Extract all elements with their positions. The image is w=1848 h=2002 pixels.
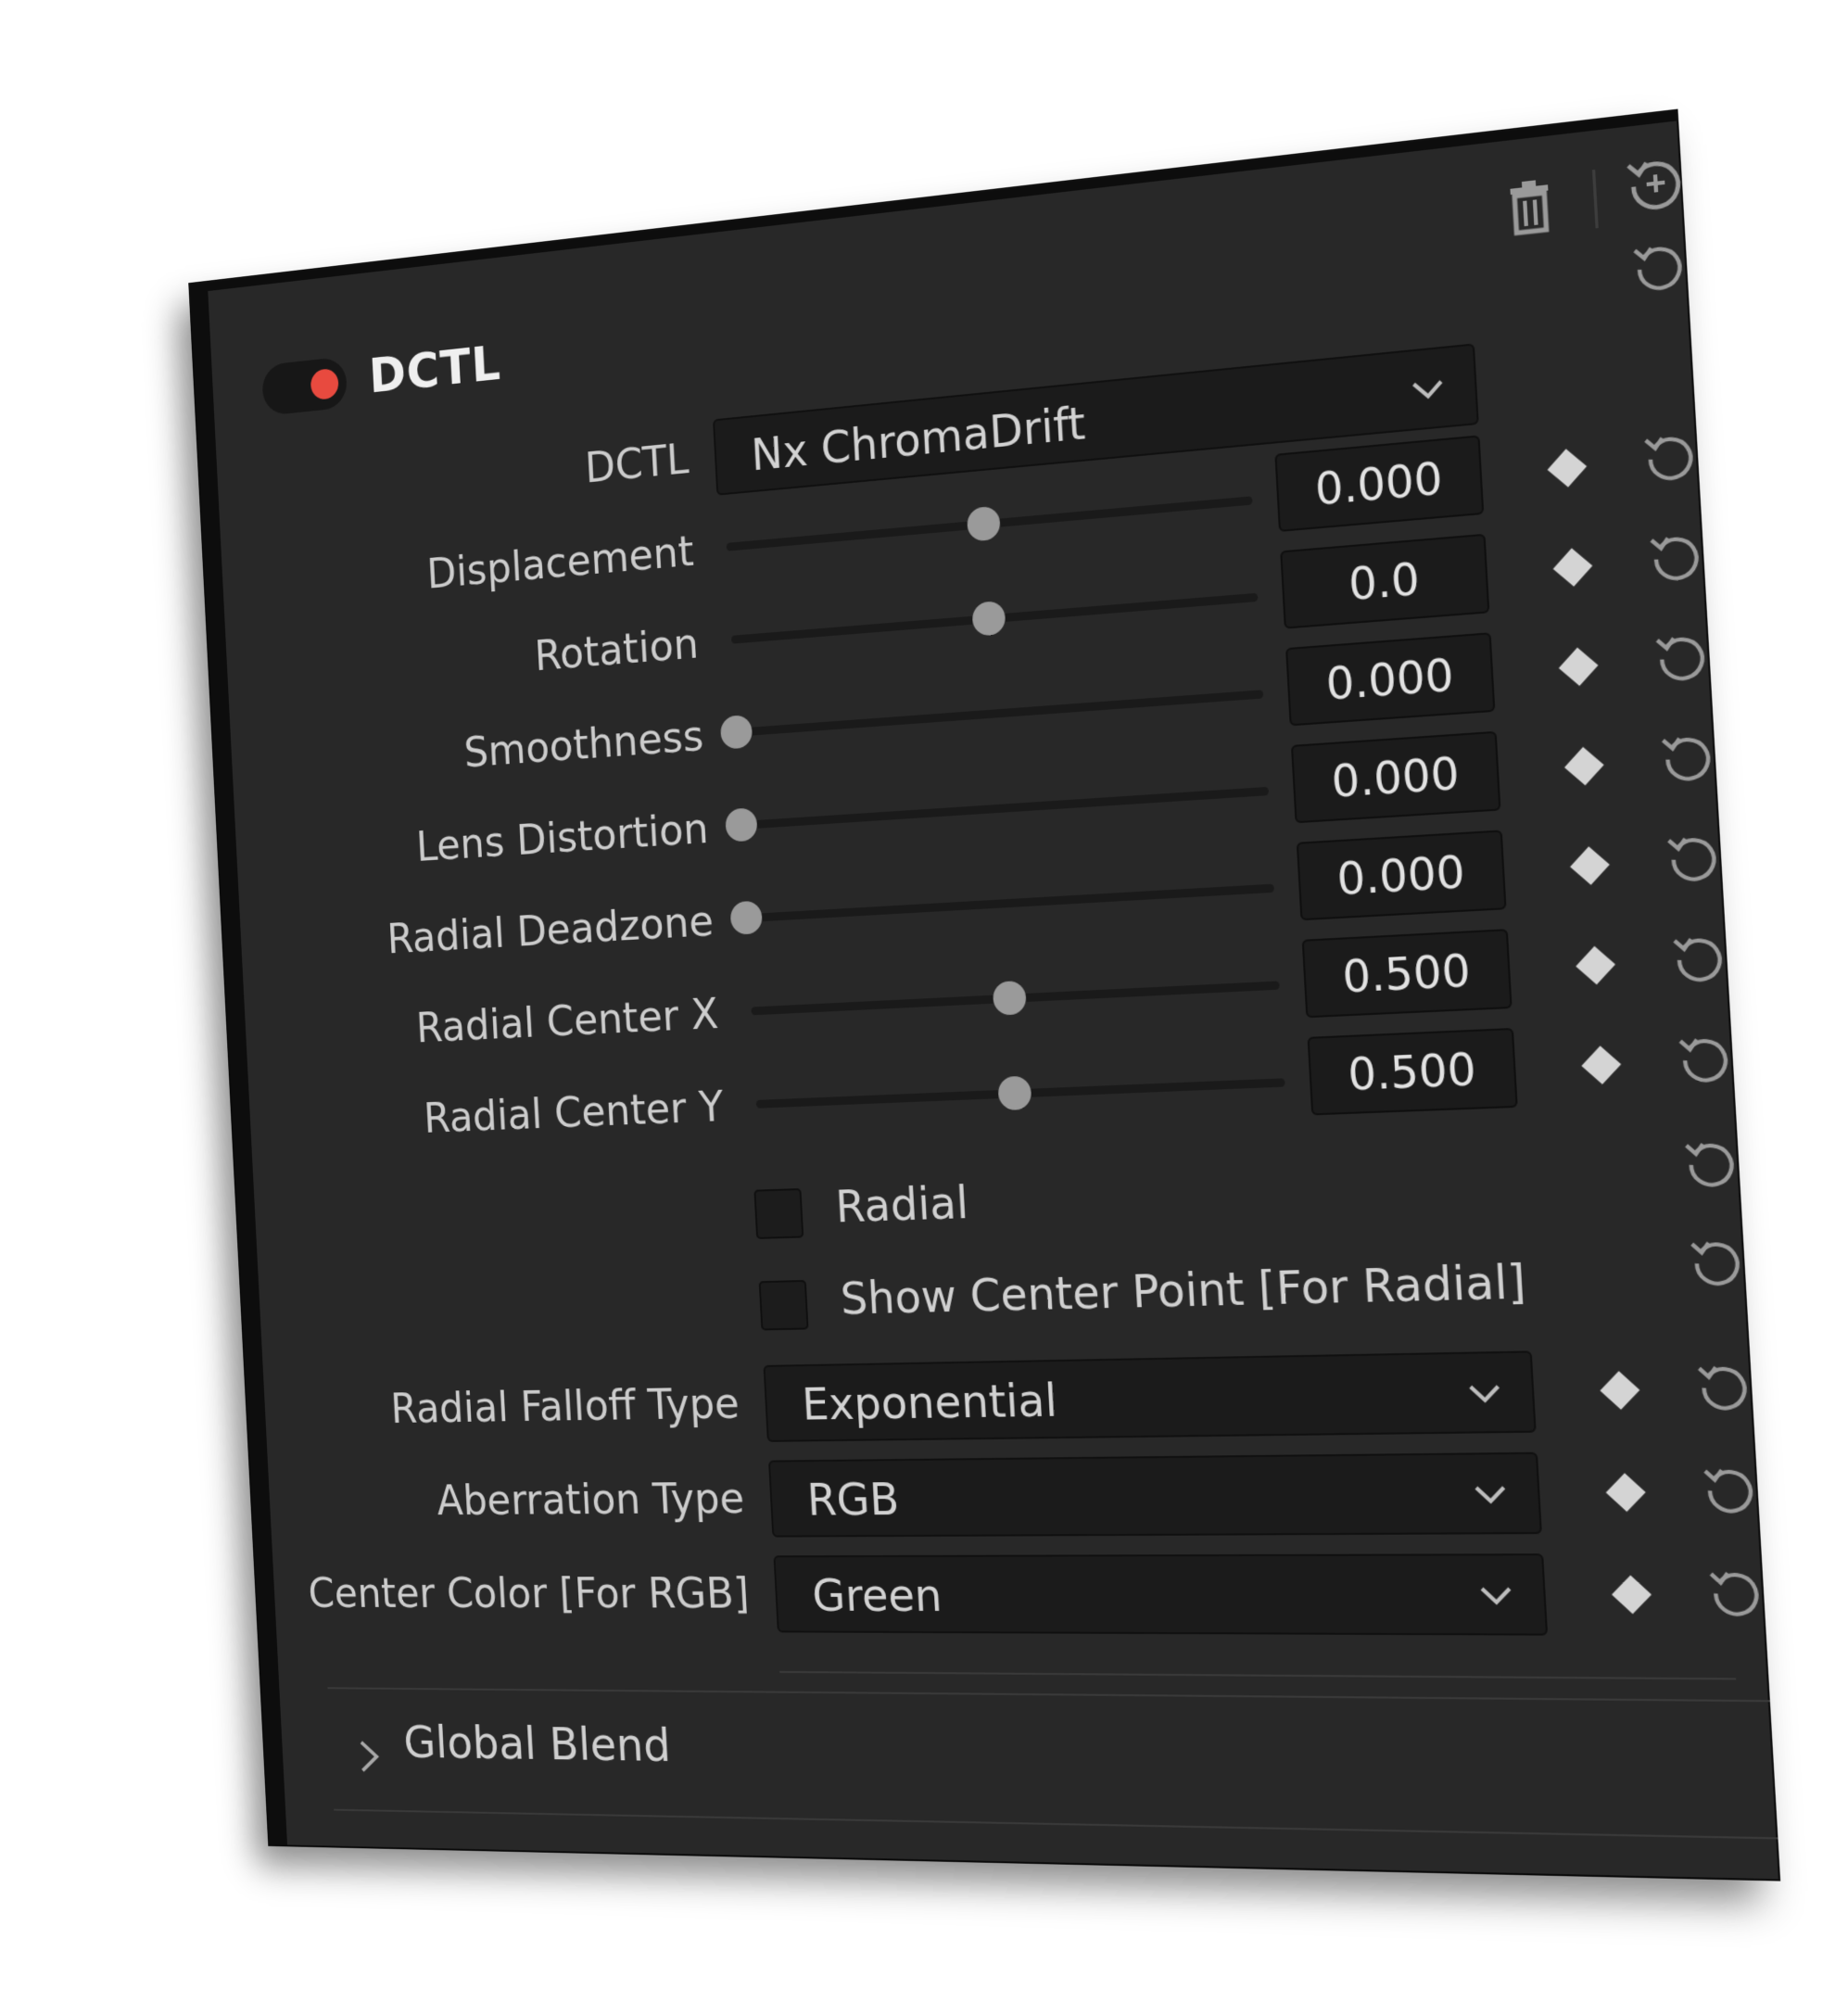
keyframe-diamond-icon[interactable]	[1558, 647, 1599, 687]
keyframe-diamond-icon[interactable]	[1547, 449, 1588, 488]
slider-thumb[interactable]	[725, 807, 758, 843]
reset-icon[interactable]	[1641, 427, 1699, 485]
stage: DCTL DCTL Nx ChromaDrift Displacement 0.…	[0, 0, 1848, 2002]
reset-icon[interactable]	[1707, 1565, 1766, 1618]
dctl-select-label: DCTL	[583, 433, 690, 493]
enable-toggle[interactable]	[260, 356, 348, 416]
param-label-radial-center-y: Radial Center Y	[422, 1081, 725, 1143]
select-label-center-color: Center Color [For RGB]	[307, 1568, 751, 1618]
select-label-aberration-type: Aberration Type	[435, 1473, 746, 1525]
dctl-panel: DCTL DCTL Nx ChromaDrift Displacement 0.…	[190, 110, 1778, 1880]
select-radial-falloff-type[interactable]: Exponential	[763, 1350, 1537, 1442]
chevron-down-icon	[1466, 1375, 1503, 1410]
reset-icon[interactable]	[1653, 627, 1711, 685]
checkbox-label-show-center-point: Show Center Point [For Radial]	[839, 1255, 1528, 1325]
chevron-down-icon	[1477, 1577, 1514, 1612]
checkbox-show-center-point[interactable]	[758, 1279, 809, 1331]
value-lens-distortion[interactable]: 0.000	[1290, 730, 1501, 824]
reset-icon[interactable]	[1664, 829, 1723, 885]
reset-icon[interactable]	[1647, 527, 1704, 585]
reset-icon[interactable]	[1695, 1359, 1753, 1413]
trash-icon[interactable]	[1506, 176, 1555, 237]
slider-thumb[interactable]	[997, 1075, 1032, 1111]
slider-displacement[interactable]	[726, 481, 1254, 564]
reset-icon[interactable]	[1630, 236, 1688, 295]
slider-track	[736, 690, 1264, 737]
section-divider	[334, 1808, 1778, 1840]
slider-lens-distortion[interactable]	[725, 771, 1270, 843]
keyframe-diamond-icon[interactable]	[1581, 1045, 1622, 1085]
slider-thumb[interactable]	[729, 900, 764, 935]
reset-icon[interactable]	[1659, 728, 1717, 784]
reset-icon[interactable]	[1670, 930, 1728, 985]
value-radial-center-y[interactable]: 0.500	[1307, 1027, 1518, 1116]
dctl-select-value: Nx ChromaDrift	[750, 397, 1087, 482]
keyframe-diamond-icon[interactable]	[1552, 548, 1593, 587]
value-smoothness[interactable]: 0.000	[1285, 632, 1496, 727]
param-label-rotation: Rotation	[533, 618, 701, 680]
enable-indicator	[310, 367, 339, 401]
slider-radial-deadzone[interactable]	[729, 868, 1275, 936]
slider-thumb[interactable]	[971, 600, 1006, 637]
slider-radial-center-y[interactable]	[755, 1063, 1286, 1122]
select-center-color[interactable]: Green	[773, 1553, 1549, 1636]
chevron-down-icon	[1472, 1476, 1509, 1511]
select-label-radial-falloff-type: Radial Falloff Type	[389, 1378, 740, 1433]
param-label-displacement: Displacement	[425, 526, 695, 599]
section-divider	[779, 1670, 1737, 1680]
keyframe-diamond-icon[interactable]	[1612, 1575, 1652, 1615]
slider-smoothness[interactable]	[719, 675, 1264, 751]
reset-icon[interactable]	[1701, 1462, 1759, 1515]
select-value-aberration-type: RGB	[805, 1474, 901, 1527]
param-label-smoothness: Smoothness	[462, 710, 705, 778]
chevron-down-icon	[1410, 370, 1447, 408]
slider-radial-center-x[interactable]	[751, 966, 1281, 1029]
param-label-radial-center-x: Radial Center X	[414, 988, 720, 1053]
value-rotation[interactable]: 0.0	[1280, 533, 1490, 629]
keyframe-diamond-icon[interactable]	[1570, 846, 1610, 885]
header-divider	[1591, 169, 1599, 229]
reset-icon[interactable]	[1682, 1134, 1740, 1190]
select-aberration-type[interactable]: RGB	[767, 1451, 1542, 1538]
panel-title: DCTL	[367, 334, 503, 404]
section-global-blend[interactable]: Global Blend	[402, 1717, 672, 1772]
checkbox-radial[interactable]	[753, 1188, 804, 1239]
param-label-radial-deadzone: Radial Deadzone	[386, 895, 715, 963]
reset-icon[interactable]	[1688, 1234, 1746, 1288]
slider-track	[740, 786, 1270, 830]
slider-thumb[interactable]	[719, 714, 753, 750]
slider-thumb[interactable]	[966, 505, 1001, 542]
param-label-lens-distortion: Lens Distortion	[414, 803, 710, 871]
select-value-center-color: Green	[811, 1569, 943, 1623]
section-divider	[327, 1687, 1770, 1703]
select-value-radial-falloff-type: Exponential	[801, 1375, 1059, 1431]
chevron-right-icon[interactable]	[355, 1739, 385, 1775]
keyframe-diamond-icon[interactable]	[1605, 1473, 1646, 1513]
keyframe-diamond-icon[interactable]	[1576, 945, 1616, 985]
value-radial-center-x[interactable]: 0.500	[1301, 929, 1513, 1019]
slider-rotation[interactable]	[730, 577, 1259, 657]
keyframe-diamond-icon[interactable]	[1563, 746, 1604, 786]
value-radial-deadzone[interactable]: 0.000	[1296, 830, 1507, 921]
slider-thumb[interactable]	[992, 980, 1027, 1016]
reset-icon[interactable]	[1677, 1030, 1735, 1085]
reset-add-icon[interactable]	[1624, 149, 1688, 215]
checkbox-label-radial: Radial	[834, 1176, 970, 1234]
slider-track	[746, 883, 1274, 923]
keyframe-diamond-icon[interactable]	[1600, 1371, 1640, 1411]
value-displacement[interactable]: 0.000	[1274, 435, 1485, 532]
